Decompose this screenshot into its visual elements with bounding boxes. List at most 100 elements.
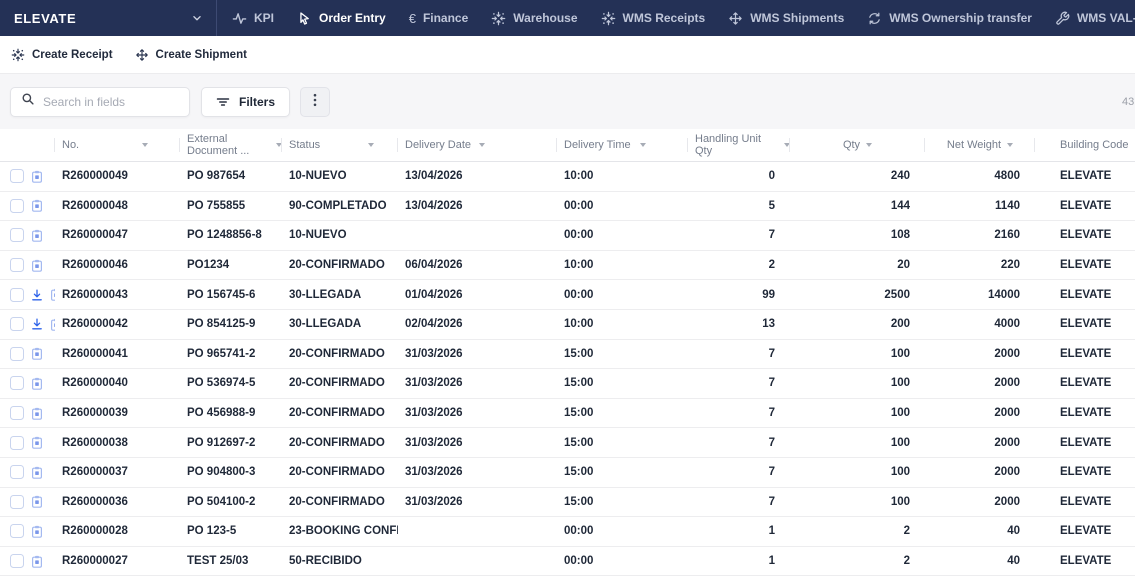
row-checkbox[interactable] <box>10 495 24 509</box>
sort-icon[interactable] <box>142 143 148 147</box>
row-checkbox[interactable] <box>10 465 24 479</box>
cell-status: 10-NUEVO <box>282 170 398 182</box>
nav-item-finance[interactable]: € Finance <box>409 11 469 25</box>
sort-icon[interactable] <box>866 143 872 147</box>
header-status[interactable]: Status <box>282 129 398 161</box>
cell-no: R260000038 <box>55 437 180 449</box>
header-delivery-date[interactable]: Delivery Date <box>398 129 557 161</box>
more-options-button[interactable] <box>300 87 330 117</box>
table-row[interactable]: R260000028PO 123-523-BOOKING CONFIRM00:0… <box>0 517 1135 547</box>
brand-dropdown[interactable]: ELEVATE <box>0 0 217 36</box>
table-row[interactable]: R260000039PO 456988-920-CONFIRMADO31/03/… <box>0 399 1135 429</box>
header-net-weight[interactable]: Net Weight <box>925 129 1035 161</box>
nav-item-warehouse[interactable]: Warehouse <box>491 11 577 26</box>
filters-button[interactable]: Filters <box>201 87 290 117</box>
table-row[interactable]: R260000040PO 536974-520-CONFIRMADO31/03/… <box>0 369 1135 399</box>
clipboard-icon[interactable] <box>31 436 43 449</box>
clipboard-icon[interactable] <box>31 229 43 242</box>
row-checkbox[interactable] <box>10 228 24 242</box>
download-icon[interactable] <box>31 318 43 330</box>
row-checkbox[interactable] <box>10 524 24 538</box>
cell-handling-unit-qty: 5 <box>688 200 790 212</box>
nav-item-kpi[interactable]: KPI <box>232 11 274 26</box>
row-checkbox[interactable] <box>10 347 24 361</box>
search-field[interactable] <box>10 87 190 117</box>
cell-external-document: PO 912697-2 <box>180 437 282 449</box>
clipboard-icon[interactable] <box>31 525 43 538</box>
row-checkbox[interactable] <box>10 258 24 272</box>
table-row[interactable]: R260000048PO 75585590-COMPLETADO13/04/20… <box>0 192 1135 222</box>
cell-status: 90-COMPLETADO <box>282 200 398 212</box>
header-no[interactable]: No. <box>55 129 180 161</box>
clipboard-icon[interactable] <box>31 170 43 183</box>
row-checkbox[interactable] <box>10 376 24 390</box>
row-select-cell <box>0 436 55 450</box>
create-shipment-button[interactable]: Create Shipment <box>135 48 247 62</box>
row-checkbox[interactable] <box>10 288 24 302</box>
table-row[interactable]: R260000027TEST 25/0350-RECIBIDO00:001240… <box>0 547 1135 577</box>
clipboard-icon[interactable] <box>31 199 43 212</box>
pulse-icon <box>232 11 247 26</box>
row-checkbox[interactable] <box>10 199 24 213</box>
sort-icon[interactable] <box>1007 143 1013 147</box>
cell-external-document: TEST 25/03 <box>180 555 282 567</box>
clipboard-icon[interactable] <box>31 377 43 390</box>
cell-delivery-time: 15:00 <box>557 377 688 389</box>
cell-delivery-time: 00:00 <box>557 229 688 241</box>
table-row[interactable]: R260000047PO 1248856-810-NUEVO00:0071082… <box>0 221 1135 251</box>
sort-icon[interactable] <box>479 143 485 147</box>
row-checkbox[interactable] <box>10 436 24 450</box>
cell-delivery-time: 15:00 <box>557 437 688 449</box>
table-row[interactable]: R260000041PO 965741-220-CONFIRMADO31/03/… <box>0 340 1135 370</box>
clipboard-icon[interactable] <box>31 555 43 568</box>
search-input[interactable] <box>43 95 179 109</box>
cell-qty: 20 <box>790 259 925 271</box>
download-icon[interactable] <box>31 289 43 301</box>
cell-delivery-date: 31/03/2026 <box>398 496 557 508</box>
sort-icon[interactable] <box>368 143 374 147</box>
cell-qty: 100 <box>790 496 925 508</box>
column-label: External Document ... <box>187 133 270 157</box>
column-label: Handling Unit Qty <box>695 133 778 157</box>
nav-item-wms-ownership-transfer[interactable]: WMS Ownership transfer <box>867 11 1032 26</box>
row-checkbox[interactable] <box>10 169 24 183</box>
move-arrows-icon <box>135 48 149 62</box>
clipboard-icon[interactable] <box>31 259 43 272</box>
clipboard-icon[interactable] <box>31 466 43 479</box>
cell-delivery-date: 31/03/2026 <box>398 437 557 449</box>
nav-item-wms-receipts[interactable]: WMS Receipts <box>601 11 706 26</box>
nav-item-order-entry[interactable]: Order Entry <box>297 11 386 26</box>
header-handling-unit-qty[interactable]: Handling Unit Qty <box>688 129 790 161</box>
row-checkbox[interactable] <box>10 317 24 331</box>
cell-delivery-time: 15:00 <box>557 407 688 419</box>
refresh-icon <box>867 11 882 26</box>
cell-no: R260000036 <box>55 496 180 508</box>
header-external-document[interactable]: External Document ... <box>180 129 282 161</box>
cell-external-document: PO1234 <box>180 259 282 271</box>
table-row[interactable]: R260000036PO 504100-220-CONFIRMADO31/03/… <box>0 488 1135 518</box>
nav-item-wms-shipments[interactable]: WMS Shipments <box>728 11 844 26</box>
cell-building-code: ELEVATE <box>1035 466 1135 478</box>
cell-status: 20-CONFIRMADO <box>282 496 398 508</box>
row-checkbox[interactable] <box>10 554 24 568</box>
column-label: Net Weight <box>947 139 1001 151</box>
cell-handling-unit-qty: 7 <box>688 377 790 389</box>
table-row[interactable]: R260000042PO 854125-930-LLEGADA02/04/202… <box>0 310 1135 340</box>
clipboard-icon[interactable] <box>31 347 43 360</box>
create-receipt-button[interactable]: Create Receipt <box>11 48 113 62</box>
table-row[interactable]: R260000038PO 912697-220-CONFIRMADO31/03/… <box>0 428 1135 458</box>
clipboard-icon[interactable] <box>31 495 43 508</box>
header-delivery-time[interactable]: Delivery Time <box>557 129 688 161</box>
sort-icon[interactable] <box>640 143 646 147</box>
chevron-down-icon[interactable] <box>190 11 204 25</box>
table-row[interactable]: R260000043PO 156745-630-LLEGADA01/04/202… <box>0 280 1135 310</box>
search-icon <box>21 92 35 111</box>
table-row[interactable]: R260000037PO 904800-320-CONFIRMADO31/03/… <box>0 458 1135 488</box>
table-row[interactable]: R260000049PO 98765410-NUEVO13/04/202610:… <box>0 162 1135 192</box>
header-qty[interactable]: Qty <box>790 129 925 161</box>
cell-delivery-date: 31/03/2026 <box>398 348 557 360</box>
row-checkbox[interactable] <box>10 406 24 420</box>
clipboard-icon[interactable] <box>31 407 43 420</box>
table-row[interactable]: R260000046PO123420-CONFIRMADO06/04/20261… <box>0 251 1135 281</box>
nav-item-wms-val-activities[interactable]: WMS VAL-Activities <box>1055 11 1135 26</box>
